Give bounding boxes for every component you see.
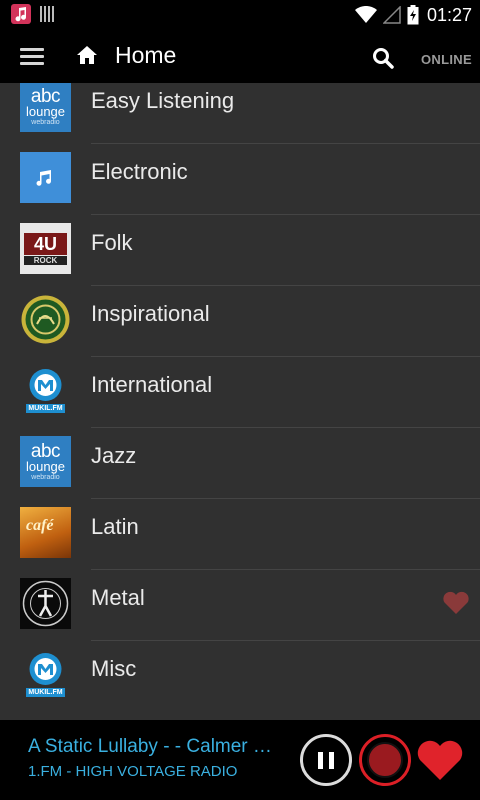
cafe-logo: café (20, 507, 71, 558)
seal-logo (20, 578, 71, 629)
list-item-jazz[interactable]: abc lounge webradio Jazz (0, 428, 480, 499)
list-item-international[interactable]: MUKIL.FM International (0, 357, 480, 428)
app-bar: Home ONLINE (0, 29, 480, 83)
favorite-heart-icon[interactable] (442, 591, 470, 615)
list-item-metal[interactable]: Metal (0, 570, 480, 641)
list-item-folk[interactable]: 4U ROCK Folk (0, 215, 480, 286)
music-notification-icon (11, 4, 31, 24)
signal-icon (382, 6, 401, 24)
status-bar: 01:27 (0, 0, 480, 29)
list-item-label: Easy Listening (91, 88, 235, 113)
pause-button[interactable] (300, 734, 352, 786)
mukil-fm-logo: MUKIL.FM (20, 649, 71, 700)
station-name[interactable]: 1.FM - HIGH VOLTAGE RADIO (28, 763, 237, 780)
connection-status: ONLINE (421, 52, 472, 67)
battery-icon (407, 5, 419, 25)
clock: 01:27 (426, 4, 472, 25)
list-item-latin[interactable]: café Latin (0, 499, 480, 570)
genre-list: abc lounge webradio Easy Listening Electro… (0, 83, 480, 720)
abc-lounge-logo: abc lounge webradio (20, 83, 71, 132)
abc-lounge-logo: abc lounge webradio (20, 436, 71, 487)
favorite-button[interactable] (416, 738, 464, 782)
list-item-label: Electronic (91, 159, 188, 184)
list-item-label: Misc (91, 656, 137, 681)
list-item-easy-listening[interactable]: abc lounge webradio Easy Listening (0, 83, 480, 144)
song-title[interactable]: A Static Lullaby - - Calmer … (28, 736, 288, 758)
wifi-icon (354, 6, 377, 23)
list-item-label: Folk (91, 230, 133, 255)
list-item-label: Latin (91, 514, 139, 539)
list-item-label: Jazz (91, 443, 137, 468)
list-item-electronic[interactable]: Electronic (0, 144, 480, 215)
emblem-logo (20, 294, 71, 345)
list-item-label: Metal (91, 585, 145, 610)
music-note-icon (20, 152, 71, 203)
page-title: Home (115, 42, 177, 68)
record-button[interactable] (359, 734, 411, 786)
list-item-inspirational[interactable]: Inspirational (0, 286, 480, 357)
4u-rock-logo: 4U ROCK (20, 223, 71, 274)
mukil-fm-logo: MUKIL.FM (20, 365, 71, 416)
home-icon[interactable] (76, 44, 98, 66)
list-item-label: International (91, 372, 213, 397)
search-icon[interactable] (372, 47, 394, 69)
list-item-misc[interactable]: MUKIL.FM Misc (0, 641, 480, 712)
menu-icon[interactable] (20, 48, 44, 66)
list-item-label: Inspirational (91, 301, 210, 326)
barcode-notification-icon (40, 6, 54, 22)
now-playing-bar: A Static Lullaby - - Calmer … 1.FM - HIG… (0, 720, 480, 800)
